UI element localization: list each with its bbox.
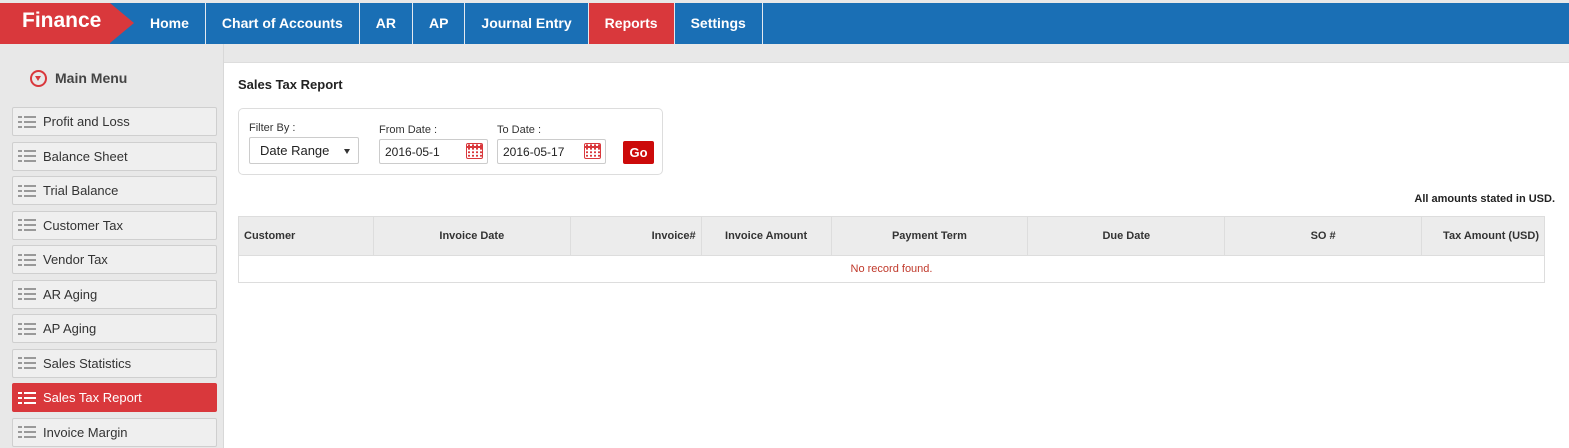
sidebar-item-customer-tax[interactable]: Customer Tax	[12, 210, 217, 240]
brand-logo[interactable]: Finance	[0, 3, 110, 44]
main-nav: Home Chart of Accounts AR AP Journal Entry Re…	[134, 3, 763, 44]
go-button[interactable]: Go	[623, 141, 654, 164]
list-icon	[18, 391, 38, 404]
sidebar-item-label: AP Aging	[43, 321, 97, 336]
sidebar-menu: Profit and Loss Balance Sheet Trial Balanc…	[12, 107, 217, 448]
sidebar-item-label: Vendor Tax	[43, 252, 108, 267]
nav-tab-ar[interactable]: AR	[360, 3, 413, 44]
filter-by-select[interactable]: Date Range	[249, 137, 359, 164]
column-header-invoice-number[interactable]: Invoice#	[570, 216, 702, 256]
sidebar-item-sales-tax-report[interactable]: Sales Tax Report	[12, 383, 217, 412]
sidebar-item-label: Sales Statistics	[43, 355, 132, 371]
list-icon	[18, 115, 38, 128]
sidebar-item-profit-and-loss[interactable]: Profit and Loss	[12, 107, 217, 136]
column-header-invoice-amount[interactable]: Invoice Amount	[701, 216, 832, 256]
sidebar-item-label: AR Aging	[43, 286, 98, 302]
main-menu-title: Main Menu	[55, 70, 128, 86]
filter-panel: Filter By : Date Range From Date : 2016-…	[238, 108, 663, 175]
column-header-invoice-date[interactable]: Invoice Date	[373, 216, 571, 256]
sidebar: Main Menu Profit and Loss Balance Sheet Tr…	[0, 44, 224, 448]
sidebar-item-label: Trial Balance	[43, 183, 119, 198]
sidebar-item-sales-statistics[interactable]: Sales Statistics	[12, 348, 217, 378]
table-row: No record found.	[238, 255, 1545, 283]
sidebar-item-label: Customer Tax	[43, 217, 123, 233]
to-date-input[interactable]: 2016-05-17	[497, 139, 606, 164]
top-navigation-bar: Finance Home Chart of Accounts AR AP Journal…	[0, 0, 1569, 44]
sidebar-item-ap-aging[interactable]: AP Aging	[12, 314, 217, 343]
sidebar-item-invoice-margin[interactable]: Invoice Margin	[12, 417, 217, 447]
brand-arrow	[110, 3, 134, 43]
main-content: Sales Tax Report Filter By : Date Range …	[224, 62, 1569, 448]
to-date-label: To Date :	[497, 124, 542, 136]
table-header-row: Customer Invoice Date Invoice# Invoice A…	[238, 216, 1545, 256]
chevron-down-circle-icon[interactable]	[30, 69, 47, 87]
sidebar-item-label: Sales Tax Report	[43, 390, 142, 405]
list-icon	[18, 150, 38, 162]
sidebar-item-balance-sheet[interactable]: Balance Sheet	[12, 141, 217, 171]
sales-tax-table: Customer Invoice Date Invoice# Invoice A…	[238, 216, 1545, 283]
list-icon	[18, 219, 38, 231]
sidebar-item-trial-balance[interactable]: Trial Balance	[12, 176, 217, 205]
column-header-due-date[interactable]: Due Date	[1027, 216, 1226, 256]
sidebar-item-label: Invoice Margin	[43, 424, 128, 440]
sidebar-item-label: Balance Sheet	[43, 148, 128, 164]
nav-tab-settings[interactable]: Settings	[675, 3, 763, 44]
list-icon	[18, 253, 38, 266]
nav-tab-home[interactable]: Home	[134, 3, 206, 44]
sidebar-item-vendor-tax[interactable]: Vendor Tax	[12, 245, 217, 274]
column-header-customer[interactable]: Customer	[238, 216, 374, 256]
currency-note: All amounts stated in USD.	[1414, 193, 1555, 205]
list-icon	[18, 426, 38, 438]
list-icon	[18, 322, 38, 335]
page-title: Sales Tax Report	[238, 77, 343, 92]
from-date-value: 2016-05-1	[385, 145, 440, 159]
list-icon	[18, 357, 38, 369]
nav-tab-journal-entry[interactable]: Journal Entry	[465, 3, 589, 44]
nav-tab-ap[interactable]: AP	[413, 3, 466, 44]
list-icon	[18, 184, 38, 197]
column-header-payment-term[interactable]: Payment Term	[831, 216, 1029, 256]
column-header-tax-amount[interactable]: Tax Amount (USD)	[1421, 216, 1545, 256]
nav-tab-reports[interactable]: Reports	[588, 3, 675, 44]
column-header-so-number[interactable]: SO #	[1224, 216, 1423, 256]
list-icon	[18, 288, 38, 300]
filter-by-value: Date Range	[260, 143, 330, 158]
calendar-icon[interactable]	[465, 143, 483, 159]
sidebar-item-label: Profit and Loss	[43, 114, 130, 129]
calendar-icon[interactable]	[583, 143, 601, 159]
sidebar-item-ar-aging[interactable]: AR Aging	[12, 279, 217, 309]
caret-down-icon	[344, 149, 350, 154]
from-date-input[interactable]: 2016-05-1	[379, 139, 488, 164]
from-date-label: From Date :	[379, 124, 438, 136]
empty-message: No record found.	[238, 255, 1545, 283]
nav-tab-chart-of-accounts[interactable]: Chart of Accounts	[206, 3, 360, 44]
to-date-value: 2016-05-17	[503, 145, 565, 159]
filter-by-label: Filter By :	[249, 122, 296, 134]
main-menu-toggle[interactable]: Main Menu	[30, 68, 127, 88]
